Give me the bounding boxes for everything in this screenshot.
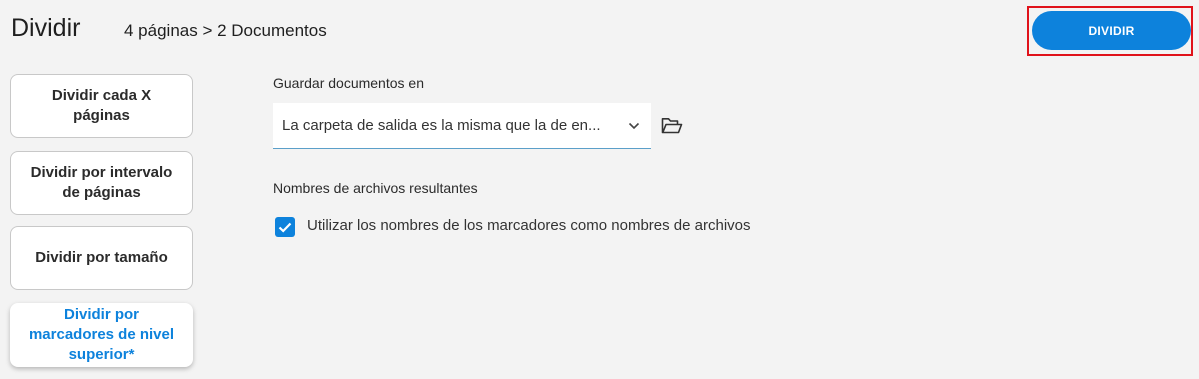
result-filenames-label: Nombres de archivos resultantes [273, 180, 478, 196]
save-location-label: Guardar documentos en [273, 75, 424, 91]
split-summary: 4 páginas > 2 Documentos [124, 21, 327, 40]
mode-split-by-size[interactable]: Dividir por tamaño [10, 226, 193, 290]
use-bookmark-names-checkbox[interactable] [275, 217, 295, 237]
split-page: Dividir 4 páginas > 2 Documentos DIVIDIR… [0, 0, 1199, 379]
folder-open-icon[interactable] [660, 116, 684, 136]
mode-split-by-top-level-bookmarks[interactable]: Dividir por marcadores de nivel superior… [10, 303, 193, 367]
output-folder-select[interactable]: La carpeta de salida es la misma que la … [273, 103, 651, 149]
chevron-down-icon [627, 119, 641, 133]
mode-split-by-page-range[interactable]: Dividir por intervalo de páginas [10, 151, 193, 215]
split-button[interactable]: DIVIDIR [1032, 11, 1191, 50]
output-folder-value: La carpeta de salida es la misma que la … [282, 117, 601, 134]
use-bookmark-names-label[interactable]: Utilizar los nombres de los marcadores c… [307, 217, 751, 234]
checkmark-icon [278, 222, 292, 233]
page-title: Dividir [11, 14, 81, 42]
mode-split-every-x-pages[interactable]: Dividir cada X páginas [10, 74, 193, 138]
